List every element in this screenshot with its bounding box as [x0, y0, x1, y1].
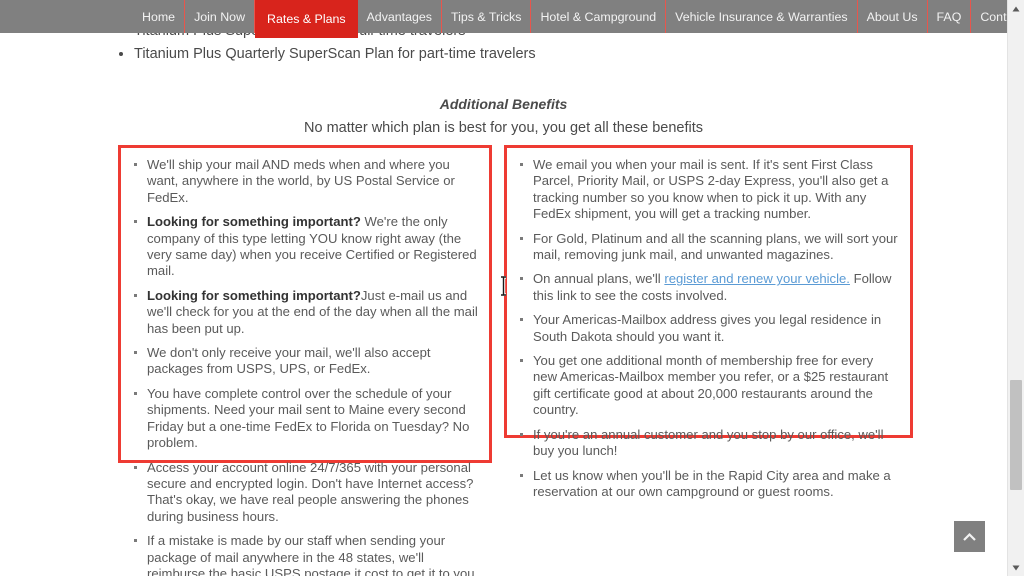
benefit-text: We don't only receive your mail, we'll a…	[147, 345, 431, 377]
benefits-list-right: We email you when your mail is sent. If …	[507, 148, 910, 509]
chevron-up-icon	[962, 532, 977, 542]
nav-item-label: Home	[142, 9, 176, 24]
nav-item-rates-plans[interactable]: Rates & Plans	[255, 0, 358, 38]
nav-item-about-us[interactable]: About Us	[858, 0, 928, 33]
vertical-scrollbar[interactable]	[1007, 0, 1024, 576]
section-subtitle: No matter which plan is best for you, yo…	[304, 120, 703, 136]
nav-item-hotel-campground[interactable]: Hotel & Campground	[531, 0, 667, 33]
benefit-text: On annual plans, we'll	[533, 271, 665, 287]
benefit-item: Let us know when you'll be in the Rapid …	[520, 467, 900, 501]
vehicle-registration-link[interactable]: register and renew your vehicle.	[664, 271, 850, 286]
nav-item-label: Rates & Plans	[267, 12, 346, 26]
benefit-item: If you're an annual customer and you sto…	[520, 426, 900, 460]
nav-item-label: Advantages	[366, 9, 432, 24]
nav-item-label: Hotel & Campground	[540, 9, 657, 24]
nav-item-label: Join Now	[194, 9, 246, 24]
nav-item-tips-tricks[interactable]: Tips & Tricks	[442, 0, 532, 33]
page-content: These include all the benefits found in …	[0, 0, 1007, 576]
benefit-item: On annual plans, we'll register and rene…	[520, 271, 900, 304]
benefit-emphasis: Looking for something important?	[147, 287, 361, 303]
nav-item-faq[interactable]: FAQ	[928, 0, 972, 33]
benefit-item: Your Americas-Mailbox address gives you …	[520, 312, 900, 345]
benefits-box-right: We email you when your mail is sent. If …	[504, 145, 913, 499]
nav-item-label: Vehicle Insurance & Warranties	[675, 9, 848, 24]
benefit-item: We'll ship your mail AND meds when and w…	[134, 157, 479, 206]
benefit-text: Access your account online 24/7/365 with…	[147, 459, 474, 524]
nav-item-vehicle-insurance-warranties[interactable]: Vehicle Insurance & Warranties	[666, 0, 858, 33]
section-title: Additional Benefits	[439, 96, 568, 112]
benefit-text: We'll ship your mail AND meds when and w…	[147, 157, 455, 205]
benefits-box-left: We'll ship your mail AND meds when and w…	[118, 145, 492, 576]
nav-item-home[interactable]: Home	[133, 0, 186, 33]
benefit-text: We email you when your mail is sent. If …	[533, 157, 889, 222]
benefit-text: If a mistake is made by our staff when s…	[147, 533, 479, 576]
main-navigation-bar: Home Join Now Rates & Plans Advantages Tips …	[0, 0, 1024, 38]
benefit-item: We don't only receive your mail, we'll a…	[134, 345, 479, 378]
benefit-text: You get one additional month of membersh…	[533, 353, 889, 418]
benefit-text: Let us know when you'll be in the Rapid …	[533, 467, 891, 499]
benefit-item: For Gold, Platinum and all the scanning …	[520, 230, 900, 264]
nav-item-list: Home Join Now Rates & Plans Advantages Tips …	[133, 0, 1024, 38]
benefit-text: Your Americas-Mailbox address gives you …	[533, 312, 882, 344]
list-item: Titanium Plus Quarterly SuperScan Plan f…	[134, 43, 536, 66]
benefit-item: Looking for something important?Just e-m…	[134, 287, 479, 337]
benefit-item: If a mistake is made by our staff when s…	[134, 533, 479, 576]
nav-item-label: About Us	[866, 9, 918, 24]
benefits-list-left: We'll ship your mail AND meds when and w…	[121, 148, 489, 576]
benefit-item: Looking for something important? We're t…	[134, 214, 479, 280]
benefit-item: You have complete control over the sched…	[134, 385, 479, 452]
scrollbar-thumb[interactable]	[1010, 380, 1022, 490]
scrollbar-up-arrow-icon[interactable]	[1008, 0, 1024, 17]
benefit-item: Access your account online 24/7/365 with…	[134, 459, 479, 526]
nav-item-advantages[interactable]: Advantages	[358, 0, 442, 33]
scroll-to-top-button[interactable]	[954, 521, 985, 552]
benefit-item: You get one additional month of membersh…	[520, 353, 900, 419]
benefit-text: If you're an annual customer and you sto…	[533, 426, 884, 459]
benefit-emphasis: Looking for something important?	[147, 214, 361, 230]
benefit-item: We email you when your mail is sent. If …	[520, 157, 900, 223]
nav-item-label: FAQ	[936, 9, 962, 24]
benefit-text: For Gold, Platinum and all the scanning …	[533, 230, 898, 263]
benefit-text: You have complete control over the sched…	[147, 385, 470, 451]
nav-item-label: Tips & Tricks	[451, 9, 522, 24]
nav-item-join-now[interactable]: Join Now	[185, 0, 256, 33]
scrollbar-down-arrow-icon[interactable]	[1008, 559, 1024, 576]
